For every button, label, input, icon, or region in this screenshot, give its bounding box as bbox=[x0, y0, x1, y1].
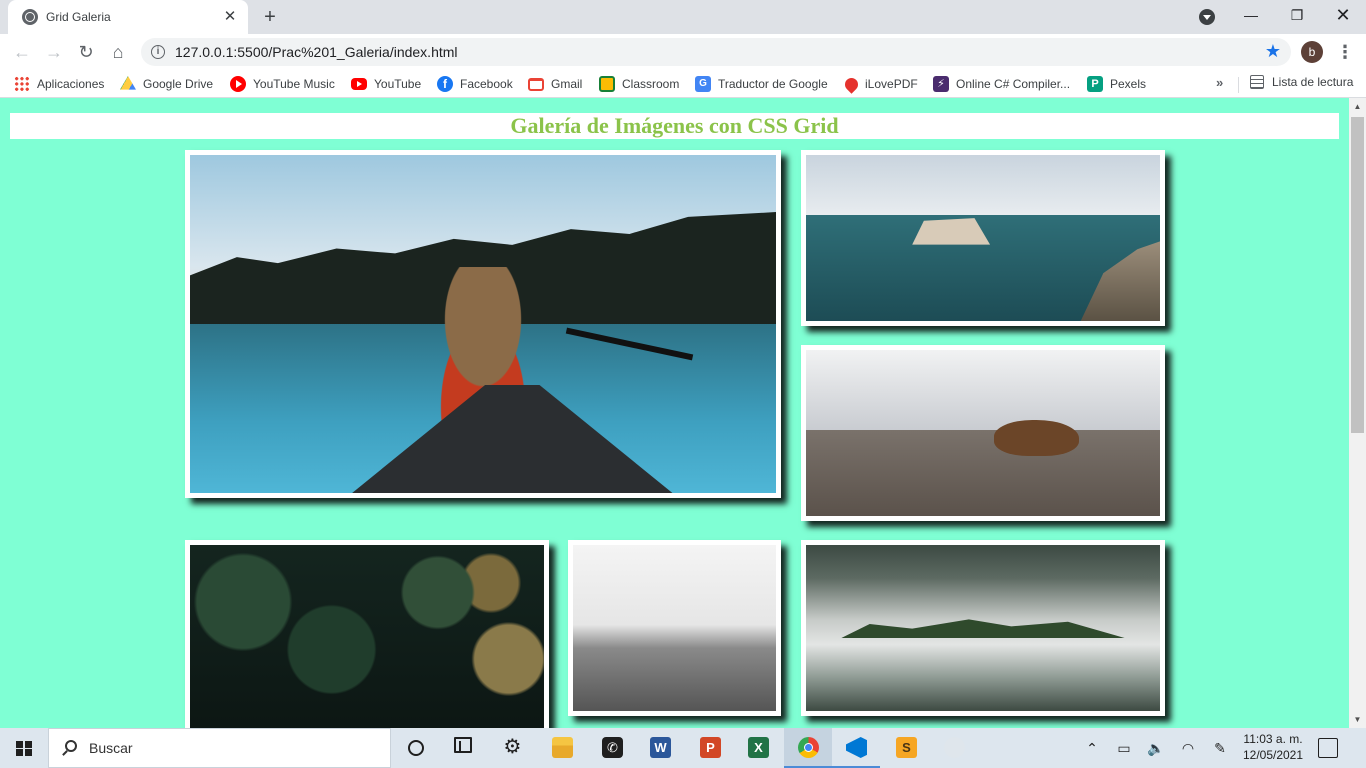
minimize-button[interactable]: — bbox=[1228, 0, 1274, 30]
close-tab-icon[interactable]: ✕ bbox=[222, 9, 238, 25]
wifi-icon[interactable]: ◠ bbox=[1176, 728, 1200, 768]
whatsapp-icon: ✆ bbox=[602, 737, 623, 758]
battery-icon[interactable]: ▭ bbox=[1112, 728, 1136, 768]
site-info-icon[interactable]: i bbox=[151, 45, 165, 59]
task-view-icon bbox=[454, 737, 472, 753]
taskbar-chrome[interactable] bbox=[784, 728, 832, 768]
bookmark-facebook[interactable]: f Facebook bbox=[437, 75, 513, 93]
reload-button[interactable]: ↻ bbox=[74, 40, 98, 64]
back-button[interactable]: ← bbox=[10, 40, 34, 64]
home-button[interactable]: ⌂ bbox=[106, 40, 130, 64]
bookmarks-overflow-button[interactable]: » bbox=[1216, 75, 1223, 90]
notification-center-icon[interactable] bbox=[1318, 738, 1338, 758]
bookmark-star-icon[interactable]: ★ bbox=[1265, 41, 1281, 62]
tab-strip: Grid Galeria ✕ + — ❐ ✕ bbox=[0, 0, 1366, 34]
bookmark-gmail[interactable]: Gmail bbox=[528, 75, 582, 93]
forward-button[interactable]: → bbox=[42, 40, 66, 64]
taskbar-vscode[interactable] bbox=[832, 728, 880, 768]
google-translate-icon: G bbox=[695, 76, 711, 92]
windows-logo-icon bbox=[16, 741, 32, 756]
csharp-compiler-icon: ⚡ bbox=[933, 76, 949, 92]
browser-menu-icon[interactable]: ⋮ bbox=[1336, 40, 1354, 64]
ilovepdf-icon bbox=[842, 74, 861, 94]
bookmark-traductor[interactable]: G Traductor de Google bbox=[695, 75, 828, 93]
gallery-image-forest bbox=[185, 540, 549, 728]
bookmark-classroom[interactable]: Classroom bbox=[599, 75, 679, 93]
bookmark-online-csharp-compiler[interactable]: ⚡ Online C# Compiler... bbox=[933, 75, 1070, 93]
powerpoint-icon: P bbox=[700, 737, 721, 758]
scroll-up-arrow-icon[interactable]: ▲ bbox=[1349, 98, 1366, 115]
clock-time: 11:03 a. m. bbox=[1243, 732, 1303, 746]
taskbar-clock[interactable]: 11:03 a. m. 12/05/2021 bbox=[1240, 731, 1306, 763]
url-text[interactable]: 127.0.0.1:5500/Prac%201_Galeria/index.ht… bbox=[175, 44, 458, 60]
globe-icon bbox=[22, 9, 38, 25]
pexels-icon: P bbox=[1087, 76, 1103, 92]
facebook-icon: f bbox=[437, 76, 453, 92]
start-button[interactable] bbox=[0, 728, 48, 768]
gallery-image-bear bbox=[801, 345, 1165, 521]
vscode-icon bbox=[846, 737, 867, 758]
taskbar-search-box[interactable]: Buscar bbox=[48, 728, 391, 768]
bookmark-pexels[interactable]: P Pexels bbox=[1087, 75, 1146, 93]
clock-date: 12/05/2021 bbox=[1242, 748, 1304, 762]
gmail-icon bbox=[528, 77, 544, 91]
bookmark-google-drive[interactable]: Google Drive bbox=[120, 75, 213, 93]
new-tab-button[interactable]: + bbox=[258, 6, 282, 28]
taskbar-powerpoint[interactable]: P bbox=[686, 728, 734, 768]
taskbar-word[interactable]: W bbox=[636, 728, 684, 768]
classroom-icon bbox=[599, 76, 615, 92]
browser-toolbar: ← → ↻ ⌂ i 127.0.0.1:5500/Prac%201_Galeri… bbox=[0, 34, 1366, 70]
profile-avatar[interactable]: b bbox=[1301, 41, 1323, 63]
youtube-icon bbox=[351, 78, 367, 90]
tab-grid-galeria[interactable]: Grid Galeria ✕ bbox=[8, 0, 248, 34]
bookmark-youtube[interactable]: YouTube bbox=[351, 75, 421, 93]
chrome-icon bbox=[798, 737, 819, 758]
youtube-music-icon bbox=[230, 76, 246, 92]
reading-list-button[interactable]: Lista de lectura bbox=[1250, 75, 1353, 89]
gallery-image-foggy-sea bbox=[568, 540, 781, 716]
tab-title: Grid Galeria bbox=[46, 10, 111, 24]
address-bar[interactable]: i 127.0.0.1:5500/Prac%201_Galeria/index.… bbox=[141, 38, 1291, 66]
bookmark-youtube-music[interactable]: YouTube Music bbox=[230, 75, 335, 93]
tab-search-icon[interactable] bbox=[1199, 9, 1215, 25]
google-drive-icon bbox=[120, 76, 136, 90]
page-title: Galería de Imágenes con CSS Grid bbox=[10, 113, 1339, 139]
bookmarks-divider bbox=[1238, 77, 1239, 93]
settings-gear-icon: ⚙ bbox=[503, 736, 522, 758]
faded-app-icon bbox=[944, 737, 965, 758]
gallery-image-canoe-lake bbox=[185, 150, 781, 498]
show-hidden-icons-chevron-icon[interactable]: ⌃ bbox=[1082, 728, 1102, 768]
close-window-button[interactable]: ✕ bbox=[1320, 0, 1366, 30]
taskbar-pinned-app[interactable] bbox=[930, 728, 978, 768]
file-explorer-icon bbox=[552, 737, 573, 758]
taskbar-task-view[interactable] bbox=[440, 728, 488, 768]
taskbar-file-explorer[interactable] bbox=[538, 728, 586, 768]
apps-grid-icon bbox=[14, 76, 30, 92]
page-viewport: Galería de Imágenes con CSS Grid bbox=[0, 98, 1349, 728]
volume-icon[interactable]: 🔈 bbox=[1144, 728, 1168, 768]
taskbar-cortana[interactable] bbox=[392, 728, 440, 768]
search-icon bbox=[65, 740, 77, 752]
taskbar-settings[interactable]: ⚙ bbox=[488, 728, 536, 768]
taskbar-sublime-text[interactable]: S bbox=[882, 728, 930, 768]
windows-taskbar: Buscar ⚙ ✆ W P X S ⌃ ▭ 🔈 ◠ ✎ 11:03 a. m.… bbox=[0, 728, 1366, 768]
maximize-button[interactable]: ❐ bbox=[1274, 0, 1320, 30]
scrollbar-thumb[interactable] bbox=[1351, 117, 1364, 433]
gallery-image-coast-cliffs bbox=[801, 150, 1165, 326]
reading-list-icon bbox=[1250, 75, 1264, 89]
cortana-icon bbox=[408, 740, 424, 756]
word-icon: W bbox=[650, 737, 671, 758]
bookmarks-bar: Aplicaciones Google Drive YouTube Music … bbox=[0, 70, 1366, 98]
taskbar-search-placeholder: Buscar bbox=[89, 740, 133, 756]
page-scrollbar[interactable]: ▲ ▼ bbox=[1349, 98, 1366, 728]
scroll-down-arrow-icon[interactable]: ▼ bbox=[1349, 711, 1366, 728]
bookmark-aplicaciones[interactable]: Aplicaciones bbox=[14, 75, 104, 93]
sublime-icon: S bbox=[896, 737, 917, 758]
taskbar-excel[interactable]: X bbox=[734, 728, 782, 768]
taskbar-whatsapp[interactable]: ✆ bbox=[588, 728, 636, 768]
bookmark-ilovepdf[interactable]: iLovePDF bbox=[842, 74, 918, 94]
excel-icon: X bbox=[748, 737, 769, 758]
pen-workspace-icon[interactable]: ✎ bbox=[1208, 728, 1232, 768]
gallery-image-misty-mountain bbox=[801, 540, 1165, 716]
